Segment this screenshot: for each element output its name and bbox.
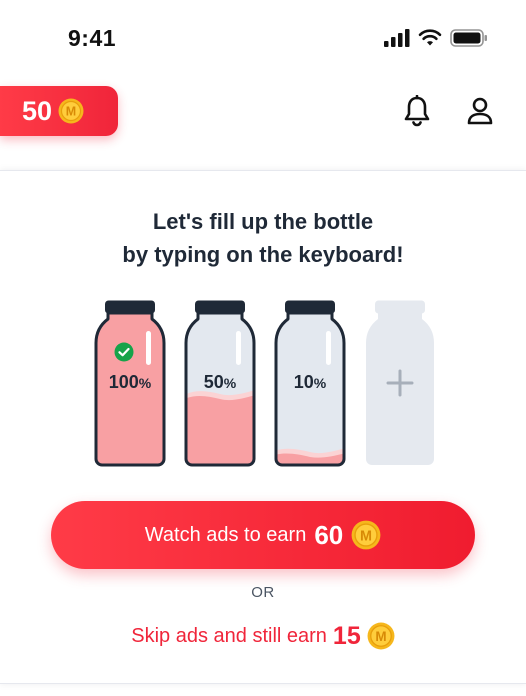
- check-circle-icon: [114, 342, 134, 362]
- wifi-icon: [418, 29, 442, 46]
- cellular-signal-icon: [384, 29, 410, 47]
- battery-icon: [450, 29, 487, 47]
- profile-button[interactable]: [463, 94, 497, 128]
- bottle-full-percent-unit: %: [138, 375, 152, 391]
- status-time: 9:41: [68, 25, 117, 51]
- profile-icon: [467, 97, 493, 125]
- add-bottle-placeholder[interactable]: [364, 299, 436, 467]
- notifications-button[interactable]: [400, 94, 434, 128]
- skip-ads-amount: 15: [332, 621, 361, 650]
- bottle-low-percent-unit: %: [313, 375, 327, 391]
- watch-ads-amount: 60: [314, 519, 344, 550]
- bottle-half-percent: 50%: [184, 372, 256, 393]
- or-divider-text: OR: [251, 584, 275, 601]
- status-icons: [384, 27, 488, 49]
- bottle-low-percent: 10%: [274, 372, 346, 393]
- bottle-low: 10%: [274, 299, 346, 467]
- coin-balance-badge[interactable]: 50 M: [0, 86, 118, 136]
- bottles-row: 100% 50% 10%: [0, 299, 526, 469]
- watch-ads-button[interactable]: Watch ads to earn 60 M: [51, 501, 475, 569]
- svg-text:M: M: [375, 629, 386, 644]
- app-screen: 9:41 50 M Let's fill up the bottle by ty…: [0, 0, 526, 696]
- bottle-half-percent-value: 50: [203, 372, 224, 392]
- skip-ads-link[interactable]: Skip ads and still earn 15 M: [0, 619, 526, 653]
- svg-text:M: M: [66, 105, 76, 119]
- coin-balance-count: 50: [22, 95, 53, 126]
- bottle-half: 50%: [184, 299, 256, 467]
- bottle-full-percent: 100%: [94, 372, 166, 393]
- bottle-half-percent-unit: %: [223, 375, 237, 391]
- status-bar: 9:41: [0, 0, 526, 76]
- bottle-full: 100%: [94, 299, 166, 467]
- card-title: Let's fill up the bottle by typing on th…: [0, 205, 526, 271]
- skip-ads-label: Skip ads and still earn: [131, 624, 327, 647]
- bottle-low-percent-value: 10: [293, 372, 314, 392]
- plus-icon: [386, 369, 414, 397]
- m-coin-icon: M: [58, 98, 84, 124]
- bell-icon: [404, 95, 430, 127]
- card-title-line-1: Let's fill up the bottle: [152, 209, 374, 234]
- card-title-line-2: by typing on the keyboard!: [122, 242, 404, 267]
- watch-ads-label: Watch ads to earn: [144, 523, 307, 546]
- fill-bottle-card: Let's fill up the bottle by typing on th…: [0, 170, 526, 684]
- bottle-full-percent-value: 100: [108, 372, 139, 392]
- svg-text:M: M: [360, 528, 372, 544]
- m-coin-icon: M: [351, 520, 381, 550]
- m-coin-icon: M: [367, 622, 395, 650]
